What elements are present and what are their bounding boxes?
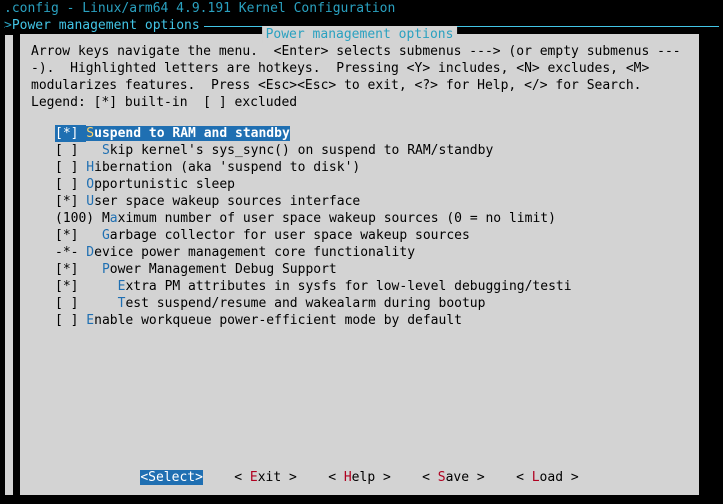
window-title: .config - Linux/arm64 4.9.191 Kernel Con… xyxy=(0,0,723,17)
button-gap xyxy=(391,470,422,485)
option-list: [*] Suspend to RAM and standby[ ] Skip k… xyxy=(55,125,664,329)
panel-title: Power management options xyxy=(262,26,458,43)
select-button[interactable]: <Select> xyxy=(140,470,203,485)
breadcrumb: Power management options xyxy=(12,17,200,34)
load-button[interactable]: < Load > xyxy=(516,470,579,485)
button-gap xyxy=(203,470,234,485)
config-panel: Power management options Arrow keys navi… xyxy=(20,34,699,495)
menu-item[interactable]: [ ] Opportunistic sleep xyxy=(55,176,664,193)
menu-item[interactable]: -*- Device power management core functio… xyxy=(55,244,664,261)
menu-item[interactable]: [ ] Skip kernel's sys_sync() on suspend … xyxy=(55,142,664,159)
menu-item[interactable]: [*] Extra PM attributes in sysfs for low… xyxy=(55,278,664,295)
menu-item[interactable]: (100) Maximum number of user space wakeu… xyxy=(55,210,664,227)
help-text: Arrow keys navigate the menu. <Enter> se… xyxy=(21,35,698,111)
save-button[interactable]: < Save > xyxy=(422,470,485,485)
menu-item[interactable]: [*] Garbage collector for user space wak… xyxy=(55,227,664,244)
menu-item[interactable]: [*] Suspend to RAM and standby xyxy=(55,125,664,142)
button-gap xyxy=(485,470,516,485)
help-button[interactable]: < Help > xyxy=(328,470,391,485)
button-gap xyxy=(297,470,328,485)
menu-item[interactable]: [ ] Test suspend/resume and wakealarm du… xyxy=(55,295,664,312)
menu-item[interactable]: [*] Power Management Debug Support xyxy=(55,261,664,278)
button-bar: <Select> < Exit > < Help > < Save > < Lo… xyxy=(21,469,698,486)
menu-item[interactable]: [ ] Hibernation (aka 'suspend to disk') xyxy=(55,159,664,176)
exit-button[interactable]: < Exit > xyxy=(234,470,297,485)
menu-item[interactable]: [ ] Enable workqueue power-efficient mod… xyxy=(55,312,664,329)
menu-item[interactable]: [*] User space wakeup sources interface xyxy=(55,193,664,210)
